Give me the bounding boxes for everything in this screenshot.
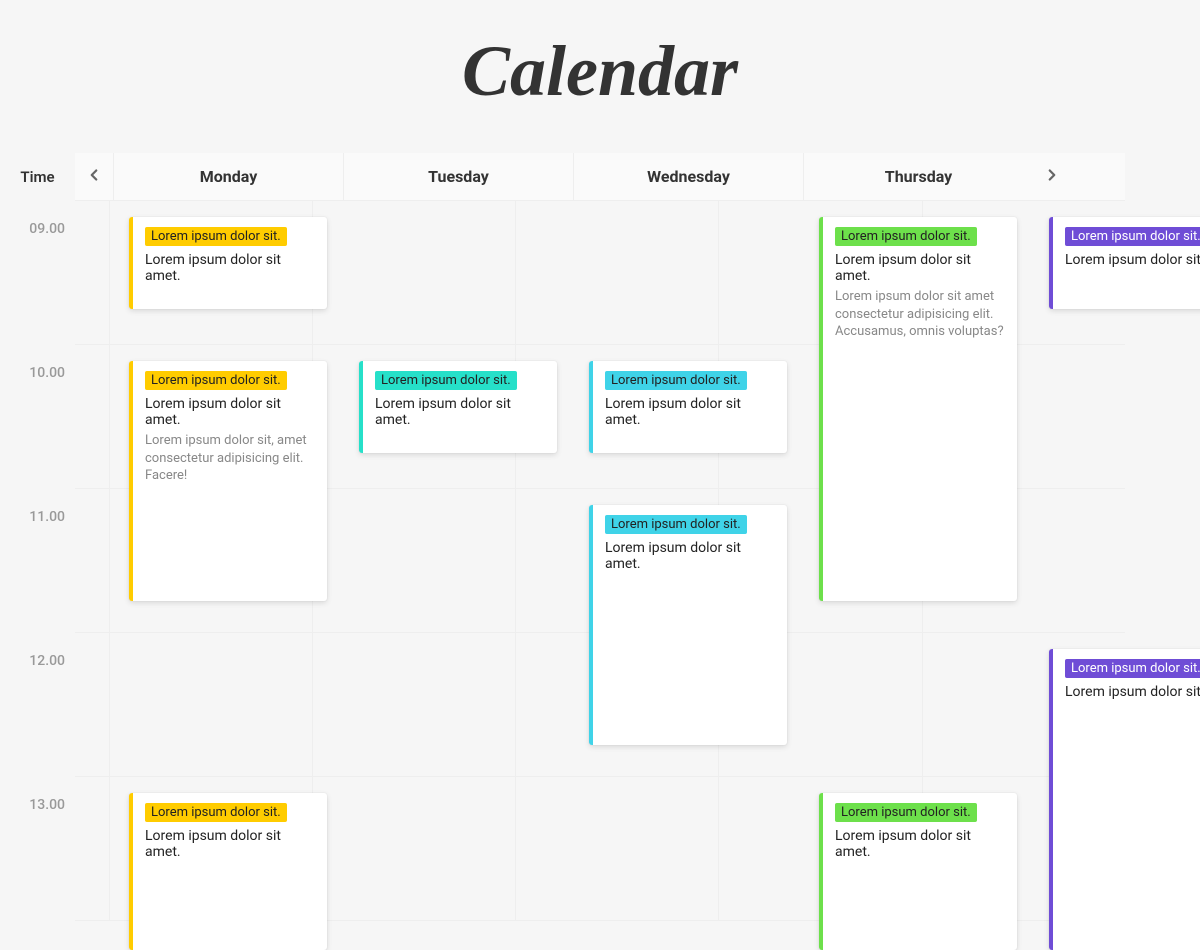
- calendar-event[interactable]: Lorem ipsum dolor sit. Lorem ipsum dolor …: [129, 217, 327, 309]
- day-column-wednesday: Lorem ipsum dolor sit. Lorem ipsum dolor …: [573, 201, 803, 921]
- time-header: Time: [0, 153, 75, 200]
- time-label: 12.00: [0, 653, 65, 669]
- day-header-wednesday: Wednesday: [573, 153, 803, 200]
- event-description: Lorem ipsum dolor sit amet.: [605, 540, 775, 572]
- event-description: Lorem ipsum dolor sit amet.: [145, 252, 315, 284]
- chevron-right-icon: [1043, 166, 1061, 188]
- event-details: Lorem ipsum dolor sit, amet consectetur …: [145, 432, 315, 485]
- event-description: Lorem ipsum dolor sit amet.: [835, 252, 1005, 284]
- next-button[interactable]: [1033, 153, 1071, 200]
- event-tag: Lorem ipsum dolor sit.: [605, 371, 747, 390]
- event-tag: Lorem ipsum dolor sit.: [1065, 227, 1200, 246]
- day-column-friday-peek: Lorem ipsum dolor sit.Lorem ipsum dolor …: [1033, 201, 1093, 921]
- event-tag: Lorem ipsum dolor sit.: [375, 371, 517, 390]
- calendar-event[interactable]: Lorem ipsum dolor sit. Lorem ipsum dolor …: [129, 793, 327, 950]
- event-tag: Lorem ipsum dolor sit.: [145, 227, 287, 246]
- calendar-body: 09.00 10.00 11.00: [75, 201, 1125, 921]
- calendar-event[interactable]: Lorem ipsum dolor sit. Lorem ipsum dolor …: [589, 505, 787, 745]
- prev-button[interactable]: [75, 153, 113, 200]
- event-description: Lorem ipsum dolor sit amet.: [605, 396, 775, 428]
- time-label: 13.00: [0, 797, 65, 813]
- event-description: Lorem ipsum dolor sit amet.: [1065, 252, 1200, 268]
- event-tag: Lorem ipsum dolor sit.: [605, 515, 747, 534]
- event-tag: Lorem ipsum dolor sit.: [835, 803, 977, 822]
- calendar-header-row: Time Monday Tuesday Wednesday Thursday: [75, 153, 1125, 201]
- page-title: Calendar: [0, 30, 1200, 113]
- event-description: Lorem ipsum dolor sit amet.: [375, 396, 545, 428]
- time-label: 09.00: [0, 221, 65, 237]
- calendar-event[interactable]: Lorem ipsum dolor sit. Lorem ipsum dolor …: [1049, 217, 1200, 309]
- calendar-event[interactable]: Lorem ipsum dolor sit. Lorem ipsum dolor …: [589, 361, 787, 453]
- event-tag: Lorem ipsum dolor sit.: [835, 227, 977, 246]
- day-column-monday: Lorem ipsum dolor sit. Lorem ipsum dolor …: [113, 201, 343, 921]
- day-column-tuesday: Lorem ipsum dolor sit. Lorem ipsum dolor …: [343, 201, 573, 921]
- day-header-thursday: Thursday: [803, 153, 1033, 200]
- calendar-event[interactable]: Lorem ipsum dolor sit. Lorem ipsum dolor …: [819, 793, 1017, 950]
- event-description: Lorem ipsum dolor sit amet.: [835, 828, 1005, 860]
- calendar-event[interactable]: Lorem ipsum dolor sit. Lorem ipsum dolor …: [819, 217, 1017, 601]
- event-details: Lorem ipsum dolor sit amet consectetur a…: [835, 288, 1005, 341]
- calendar-event[interactable]: Lorem ipsum dolor sit. Lorem ipsum dolor …: [1049, 649, 1200, 950]
- event-tag: Lorem ipsum dolor sit.: [145, 371, 287, 390]
- event-tag: Lorem ipsum dolor sit.: [1065, 659, 1200, 678]
- calendar-event[interactable]: Lorem ipsum dolor sit. Lorem ipsum dolor …: [129, 361, 327, 601]
- day-header-monday: Monday: [113, 153, 343, 200]
- calendar: Time Monday Tuesday Wednesday Thursday 0…: [75, 153, 1125, 921]
- event-description: Lorem ipsum dolor sit amet.: [1065, 684, 1200, 700]
- day-header-tuesday: Tuesday: [343, 153, 573, 200]
- calendar-event[interactable]: Lorem ipsum dolor sit. Lorem ipsum dolor …: [359, 361, 557, 453]
- chevron-left-icon: [85, 166, 103, 188]
- event-description: Lorem ipsum dolor sit amet.: [145, 828, 315, 860]
- time-label: 10.00: [0, 365, 65, 381]
- event-tag: Lorem ipsum dolor sit.: [145, 803, 287, 822]
- day-column-thursday: Lorem ipsum dolor sit. Lorem ipsum dolor …: [803, 201, 1033, 921]
- columns-overlay: Lorem ipsum dolor sit. Lorem ipsum dolor …: [75, 201, 1125, 921]
- event-description: Lorem ipsum dolor sit amet.: [145, 396, 315, 428]
- time-label: 11.00: [0, 509, 65, 525]
